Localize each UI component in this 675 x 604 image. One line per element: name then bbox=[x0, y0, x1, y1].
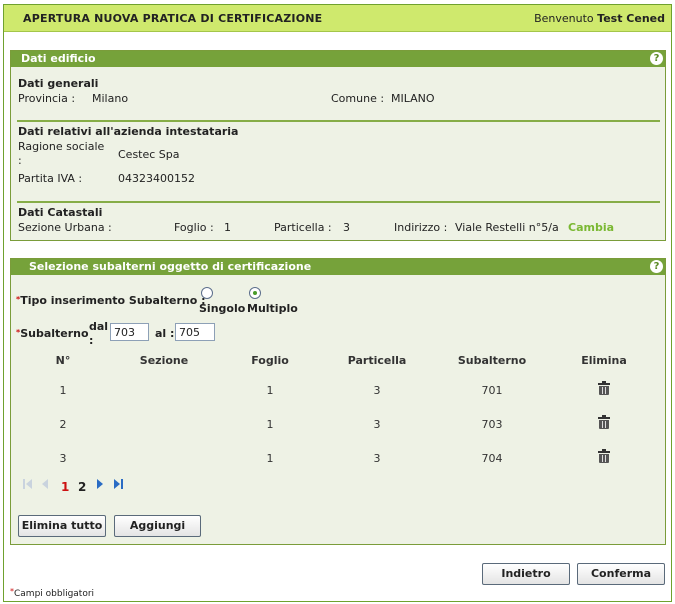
welcome-text: Benvenuto Test Cened bbox=[534, 12, 665, 25]
multiple-radio[interactable] bbox=[249, 287, 261, 299]
province-value: Milano bbox=[92, 92, 129, 105]
to-label: al : bbox=[155, 327, 175, 340]
row-parcel: 3 bbox=[373, 418, 381, 431]
from-label: dal bbox=[89, 320, 109, 333]
subunits-panel-header: Selezione subalterni oggetto di certific… bbox=[11, 259, 665, 275]
help-icon[interactable]: ? bbox=[650, 260, 663, 273]
help-icon[interactable]: ? bbox=[650, 52, 663, 65]
required-fields-note: *Campi obbligatori bbox=[10, 587, 95, 599]
row-parcel: 3 bbox=[373, 384, 381, 397]
subunit-label: *Subalterno bbox=[16, 327, 89, 340]
row-parcel: 3 bbox=[373, 452, 381, 465]
subunits-panel: Selezione subalterni oggetto di certific… bbox=[10, 258, 666, 545]
separator bbox=[17, 120, 660, 122]
cadastral-data-heading: Dati Catastali bbox=[18, 206, 103, 219]
delete-all-button[interactable]: Elimina tutto bbox=[18, 515, 106, 537]
page-number-current[interactable]: 1 bbox=[61, 480, 69, 494]
column-header-section: Sezione bbox=[139, 354, 189, 367]
company-data-heading: Dati relativi all'azienda intestataria bbox=[18, 125, 239, 138]
column-header-sheet: Foglio bbox=[251, 354, 289, 367]
required-marker: * bbox=[16, 295, 21, 304]
urban-section-label: Sezione Urbana : bbox=[18, 221, 112, 234]
page-title: APERTURA NUOVA PRATICA DI CERTIFICAZIONE bbox=[23, 12, 323, 25]
row-subunit: 704 bbox=[481, 452, 503, 465]
required-marker: * bbox=[10, 587, 14, 596]
row-sheet: 1 bbox=[266, 452, 274, 465]
company-name-value: Cestec Spa bbox=[118, 148, 180, 161]
insertion-type-label: *Tipo inserimento Subalterno : bbox=[16, 294, 206, 307]
confirm-button[interactable]: Conferma bbox=[577, 563, 665, 585]
address-value: Viale Restelli n°5/a bbox=[455, 221, 559, 234]
building-data-panel: Dati edificio ? Dati generali Provincia … bbox=[10, 50, 666, 241]
row-number: 1 bbox=[59, 384, 67, 397]
delete-row-icon[interactable] bbox=[598, 381, 610, 395]
welcome-prefix: Benvenuto bbox=[534, 12, 594, 25]
page-number[interactable]: 2 bbox=[78, 480, 86, 494]
row-subunit: 703 bbox=[481, 418, 503, 431]
user-name: Test Cened bbox=[597, 12, 665, 25]
parcel-value: 3 bbox=[343, 221, 350, 234]
city-label: Comune : bbox=[331, 92, 385, 105]
column-header-delete: Elimina bbox=[581, 354, 627, 367]
row-sheet: 1 bbox=[266, 384, 274, 397]
multiple-radio-label: Multiplo bbox=[247, 302, 298, 315]
sheet-value: 1 bbox=[224, 221, 231, 234]
subunits-panel-title: Selezione subalterni oggetto di certific… bbox=[29, 260, 312, 273]
vat-value: 04323400152 bbox=[118, 172, 195, 185]
row-number: 3 bbox=[59, 452, 67, 465]
general-data-heading: Dati generali bbox=[18, 77, 99, 90]
building-panel-header: Dati edificio ? bbox=[11, 51, 665, 67]
add-button[interactable]: Aggiungi bbox=[114, 515, 201, 537]
next-page-icon[interactable] bbox=[95, 478, 105, 490]
building-panel-title: Dati edificio bbox=[21, 52, 96, 65]
column-header-subunit: Subalterno bbox=[457, 354, 527, 367]
company-name-label: Ragione sociale bbox=[18, 140, 105, 153]
province-label: Provincia : bbox=[18, 92, 76, 105]
column-header-number: N° bbox=[55, 354, 71, 367]
change-address-link[interactable]: Cambia bbox=[568, 221, 614, 234]
subunit-label-text: Subalterno bbox=[20, 327, 89, 340]
address-label: Indirizzo : bbox=[394, 221, 448, 234]
column-header-parcel: Particella bbox=[347, 354, 407, 367]
required-fields-text: Campi obbligatori bbox=[14, 589, 95, 599]
last-page-icon[interactable] bbox=[113, 478, 123, 490]
company-name-label-colon: : bbox=[18, 154, 22, 167]
vat-label: Partita IVA : bbox=[18, 172, 83, 185]
to-subunit-input[interactable] bbox=[175, 323, 215, 341]
row-number: 2 bbox=[59, 418, 67, 431]
delete-row-icon[interactable] bbox=[598, 415, 610, 429]
first-page-icon[interactable] bbox=[23, 478, 33, 490]
single-radio[interactable] bbox=[201, 287, 213, 299]
insertion-type-text: Tipo inserimento Subalterno : bbox=[20, 294, 206, 307]
from-label-colon: : bbox=[89, 334, 94, 347]
sheet-label: Foglio : bbox=[174, 221, 214, 234]
back-button[interactable]: Indietro bbox=[482, 563, 570, 585]
required-marker: * bbox=[16, 328, 21, 337]
city-value: MILANO bbox=[391, 92, 435, 105]
row-sheet: 1 bbox=[266, 418, 274, 431]
page-header: APERTURA NUOVA PRATICA DI CERTIFICAZIONE… bbox=[4, 5, 671, 32]
row-subunit: 701 bbox=[481, 384, 503, 397]
previous-page-icon[interactable] bbox=[40, 478, 50, 490]
from-subunit-input[interactable] bbox=[110, 323, 149, 341]
separator bbox=[17, 201, 660, 203]
delete-row-icon[interactable] bbox=[598, 449, 610, 463]
parcel-label: Particella : bbox=[274, 221, 332, 234]
single-radio-label: Singolo bbox=[199, 302, 246, 315]
